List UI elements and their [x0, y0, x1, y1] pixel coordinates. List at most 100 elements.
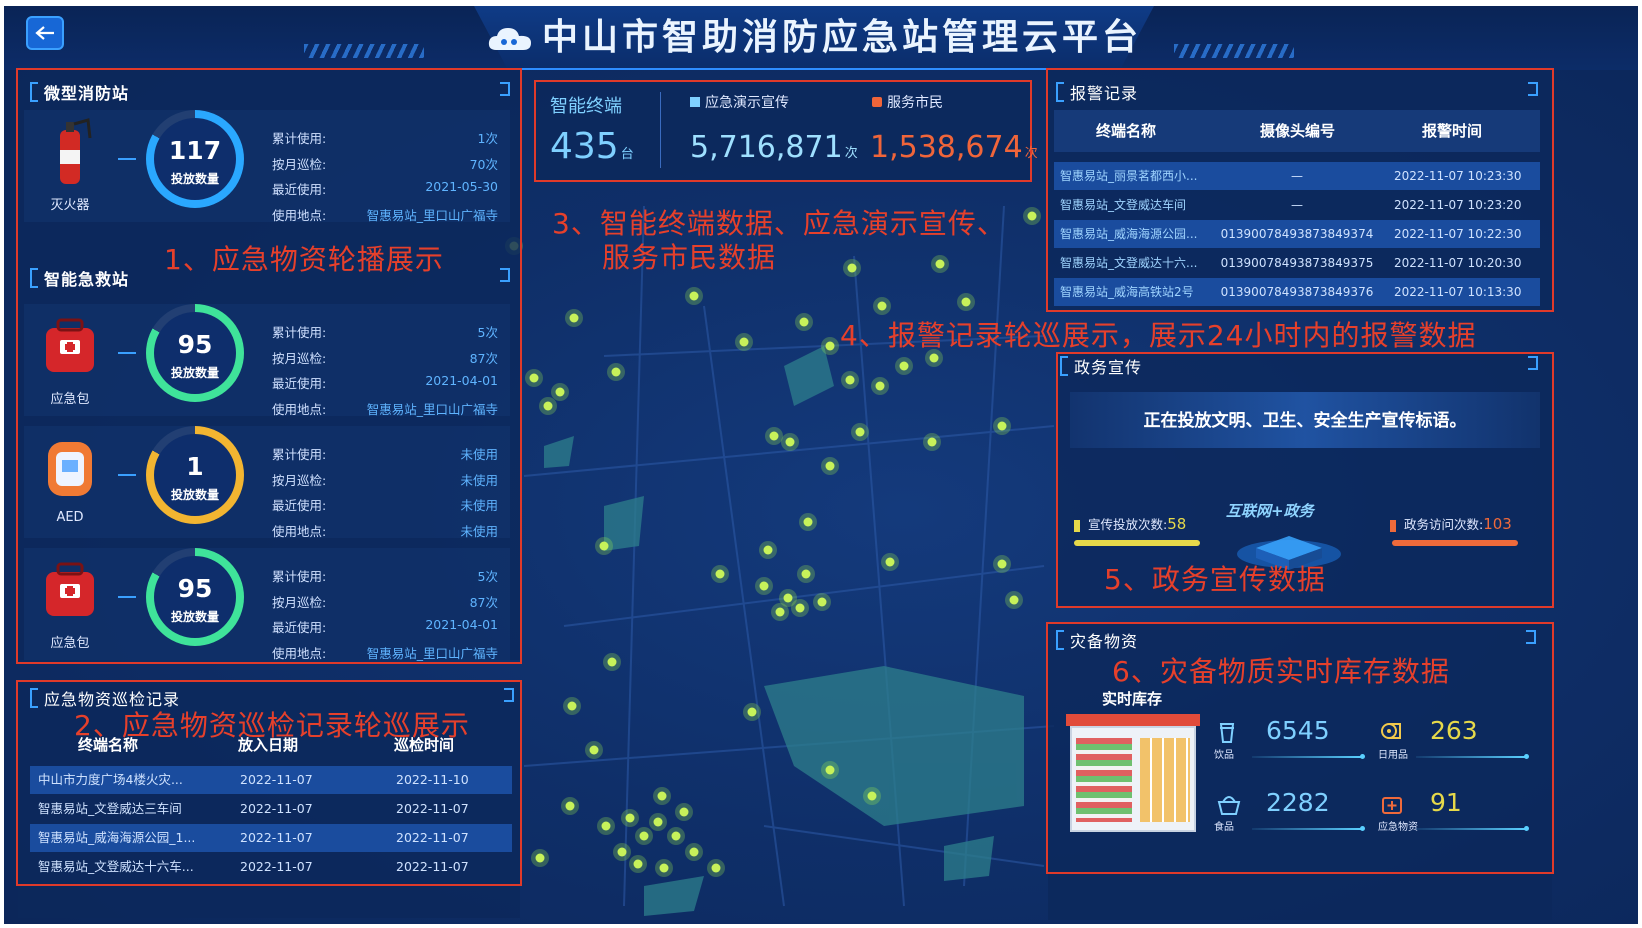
annotation-5: 5、政务宣传数据: [1104, 563, 1326, 596]
terminal-marker[interactable]: [707, 859, 725, 877]
supply-name: 应急物资: [1378, 822, 1418, 833]
count-value: 1: [186, 452, 204, 481]
terminal-marker[interactable]: [1005, 591, 1023, 609]
terminal-marker[interactable]: [675, 803, 693, 821]
station-item[interactable]: AED 1 投放数量 累计使用: 未使用 按月巡检: 未使用 最近使用: 未使用 使用地点:…: [24, 426, 510, 539]
terminal-marker[interactable]: [743, 703, 761, 721]
table-row[interactable]: 中山市力度广场4楼火灾... 2022-11-07 2022-11-10: [30, 766, 512, 794]
supply-icon: [1216, 720, 1238, 748]
terminal-marker[interactable]: [821, 761, 839, 779]
cell-camera: 01390078493873849375: [1220, 256, 1374, 270]
terminal-marker[interactable]: [759, 541, 777, 559]
terminal-marker[interactable]: [993, 417, 1011, 435]
gov-right-bar: [1392, 540, 1518, 546]
terminal-marker[interactable]: [895, 357, 913, 375]
count-caption: 投放数量: [170, 366, 219, 380]
terminal-marker[interactable]: [597, 817, 615, 835]
detail-key: 使用地点:: [272, 645, 327, 661]
terminal-marker[interactable]: [923, 433, 941, 451]
terminal-marker[interactable]: [755, 577, 773, 595]
terminal-marker[interactable]: [813, 593, 831, 611]
table-row[interactable]: 智惠易站_威海海源公园_1... 2022-11-07 2022-11-07: [30, 824, 512, 852]
terminal-marker[interactable]: [561, 797, 579, 815]
terminal-marker[interactable]: [595, 537, 613, 555]
terminal-marker[interactable]: [613, 843, 631, 861]
table-row[interactable]: 智惠易站_威海海源公园... 013900784938738493​74 202…: [1054, 220, 1540, 248]
station-item[interactable]: 应急包 95 投放数量 累计使用: 5次 按月巡检: 87次 最近使用: 2021-04-…: [24, 304, 510, 417]
terminal-marker[interactable]: [603, 653, 621, 671]
table-row[interactable]: 智惠易站_文登威达十六... 01390078493873849375 2022…: [1054, 249, 1540, 277]
supply-name: 食品: [1214, 822, 1234, 833]
first-aid-kit-icon: [46, 562, 94, 616]
detail-key: 最近使用:: [272, 620, 327, 635]
table-row[interactable]: 智惠易站_文登威达三车间 2022-11-07 2022-11-07: [30, 795, 512, 823]
table-row[interactable]: 智惠易站_丽景茗都西小... — 2022-11-07 10:23:30: [1054, 162, 1540, 190]
terminal-marker[interactable]: [653, 787, 671, 805]
header-stripes-right: [1174, 44, 1294, 58]
cell-camera: 01390078493873849376: [1220, 285, 1374, 299]
terminal-marker[interactable]: [873, 297, 891, 315]
terminal-marker[interactable]: [843, 259, 861, 277]
terminal-marker[interactable]: [685, 843, 703, 861]
terminal-marker[interactable]: [585, 741, 603, 759]
station-item[interactable]: 应急包 95 投放数量 累计使用: 5次 按月巡检: 87次 最近使用: 2021-04-…: [24, 548, 510, 661]
terminal-marker[interactable]: [649, 813, 667, 831]
terminal-marker[interactable]: [799, 513, 817, 531]
terminal-marker[interactable]: [957, 293, 975, 311]
terminal-marker[interactable]: [565, 309, 583, 327]
terminal-marker[interactable]: [1023, 207, 1041, 225]
terminal-marker[interactable]: [993, 555, 1011, 573]
terminal-marker[interactable]: [531, 849, 549, 867]
terminal-marker[interactable]: [525, 369, 543, 387]
terminal-marker[interactable]: [781, 433, 799, 451]
service-unit: 次: [1024, 146, 1038, 161]
station-item-image: [42, 432, 98, 504]
terminal-marker[interactable]: [791, 599, 809, 617]
terminal-marker[interactable]: [563, 697, 581, 715]
detail-key: 累计使用:: [272, 131, 327, 146]
terminal-marker[interactable]: [685, 287, 703, 305]
detail-key: 最近使用:: [272, 498, 327, 513]
terminal-marker[interactable]: [655, 859, 673, 877]
terminal-marker[interactable]: [881, 553, 899, 571]
terminal-marker[interactable]: [539, 397, 557, 415]
terminal-marker[interactable]: [795, 313, 813, 331]
table-row[interactable]: 智惠易站_文登威达十六车... 2022-11-07 2022-11-07: [30, 853, 512, 881]
station-detail-row: 累计使用: 5次: [272, 566, 498, 591]
cell-time: 2022-11-07 10:22:30: [1394, 227, 1522, 241]
fire-extinguisher-icon: [60, 118, 92, 184]
detail-key: 使用地点:: [272, 401, 327, 417]
terminal-marker[interactable]: [667, 827, 685, 845]
cell-terminal: 智惠易站_文登威达三车间: [38, 801, 182, 816]
terminal-marker[interactable]: [851, 423, 869, 441]
terminal-marker[interactable]: [841, 371, 859, 389]
station-item[interactable]: 灭火器 117 投放数量 累计使用: 1次 按月巡检: 70次 最近使用: 2021-05…: [24, 110, 510, 223]
count-ring: 95 投放数量: [146, 548, 244, 646]
back-button[interactable]: [26, 16, 64, 50]
terminal-marker[interactable]: [821, 457, 839, 475]
terminal-marker[interactable]: [765, 427, 783, 445]
terminal-marker[interactable]: [771, 603, 789, 621]
terminal-marker[interactable]: [711, 565, 729, 583]
terminal-marker[interactable]: [629, 855, 647, 873]
table-row[interactable]: 智惠易站_文登威达车间 — 2022-11-07 10:23:20: [1054, 191, 1540, 219]
terminal-marker[interactable]: [863, 787, 881, 805]
table-row[interactable]: 智惠易站_威海高铁站2号 01390078493873849376 2022-1…: [1054, 278, 1540, 306]
terminal-marker[interactable]: [931, 255, 949, 273]
terminal-marker[interactable]: [871, 377, 889, 395]
terminal-marker[interactable]: [607, 363, 625, 381]
terminal-marker[interactable]: [621, 809, 639, 827]
header-stripes-left: [304, 44, 424, 58]
terminal-marker[interactable]: [735, 333, 753, 351]
terminal-value-number: 435: [550, 126, 619, 167]
service-label: 服务市民: [872, 92, 943, 112]
detail-value: 未使用: [460, 447, 498, 462]
terminal-marker[interactable]: [821, 337, 839, 355]
terminal-marker[interactable]: [797, 565, 815, 583]
supply-value: 263: [1430, 716, 1478, 745]
supply-name: 日用品: [1378, 750, 1408, 761]
count-value: 117: [168, 136, 222, 165]
detail-value: 2021-04-01: [425, 617, 498, 632]
terminal-marker[interactable]: [635, 827, 653, 845]
terminal-marker[interactable]: [551, 383, 569, 401]
